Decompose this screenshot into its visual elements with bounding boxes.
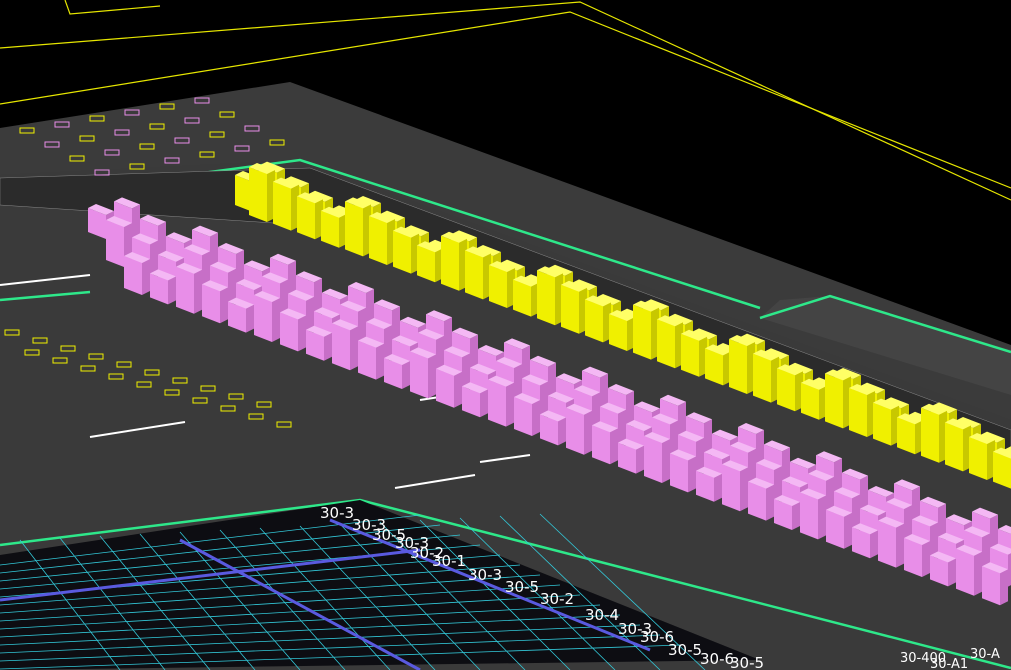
yellow-block: [393, 226, 419, 274]
yellow-block: [561, 280, 587, 334]
yellow-block: [705, 344, 731, 386]
label-30-5c: 30-5: [668, 641, 702, 659]
label-30-6b: 30-6: [700, 650, 734, 668]
yellow-block: [513, 275, 539, 317]
label-30-4a: 30-4: [585, 606, 619, 624]
cad-3d-viewport[interactable]: 30-3 30-3 30-5 30-3 30-2 30-1 30-3 30-5 …: [0, 0, 1011, 670]
pink-block: [410, 347, 436, 399]
pink-block: [514, 393, 540, 436]
pink-block: [592, 421, 618, 465]
pink-block: [670, 449, 696, 493]
pink-block: [800, 488, 826, 540]
pink-block: [358, 336, 384, 380]
yellow-block: [729, 335, 755, 394]
pink-block: [566, 403, 592, 455]
yellow-block: [345, 197, 371, 257]
yellow-block: [849, 384, 875, 437]
pink-block: [644, 432, 670, 483]
yellow-block: [777, 364, 803, 412]
yellow-block: [897, 413, 923, 455]
label-30-5b: 30-5: [505, 578, 539, 596]
pink-block: [332, 319, 358, 371]
yellow-block: [585, 295, 611, 343]
yellow-block: [609, 310, 635, 351]
yellow-block: [801, 378, 827, 420]
label-30-a: 30-A: [970, 647, 1000, 662]
pink-block: [956, 544, 982, 596]
pink-block: [176, 262, 202, 314]
pink-block: [280, 308, 306, 352]
yellow-block: [921, 403, 947, 463]
model-scene[interactable]: 30-3 30-3 30-5 30-3 30-2 30-1 30-3 30-5 …: [0, 0, 1011, 670]
yellow-block: [825, 369, 851, 429]
yellow-block: [321, 206, 347, 248]
pink-block: [436, 364, 462, 408]
pink-block: [124, 252, 150, 295]
yellow-block: [465, 246, 491, 300]
label-30-5d: 30-5: [730, 654, 764, 670]
yellow-block: [633, 300, 659, 360]
label-30-1a: 30-1: [432, 552, 466, 570]
yellow-block: [993, 447, 1011, 489]
pink-block: [878, 516, 904, 568]
pink-block: [202, 280, 228, 324]
pink-block: [904, 534, 930, 577]
yellow-block: [873, 398, 899, 446]
yellow-block: [681, 329, 707, 377]
pink-block: [254, 291, 280, 342]
pink-block: [826, 505, 852, 549]
yellow-block: [441, 231, 467, 291]
label-30-3a: 30-3: [320, 504, 354, 522]
yellow-block: [945, 418, 971, 472]
pink-block: [488, 375, 514, 427]
pink-block: [982, 562, 1008, 606]
yellow-block: [417, 241, 443, 283]
yellow-block: [273, 177, 299, 231]
yellow-block: [369, 212, 395, 265]
label-30-3d: 30-3: [468, 566, 502, 584]
pink-block: [722, 460, 748, 512]
label-30-a1: 30-A1: [930, 657, 968, 670]
yellow-block: [657, 315, 683, 369]
pink-block: [748, 477, 774, 521]
yellow-block: [297, 192, 323, 240]
yellow-block: [249, 163, 275, 222]
yellow-block: [489, 261, 515, 308]
yellow-block: [969, 433, 995, 480]
yellow-block: [537, 266, 563, 326]
yellow-block: [753, 349, 779, 403]
label-30-2b: 30-2: [540, 590, 574, 608]
